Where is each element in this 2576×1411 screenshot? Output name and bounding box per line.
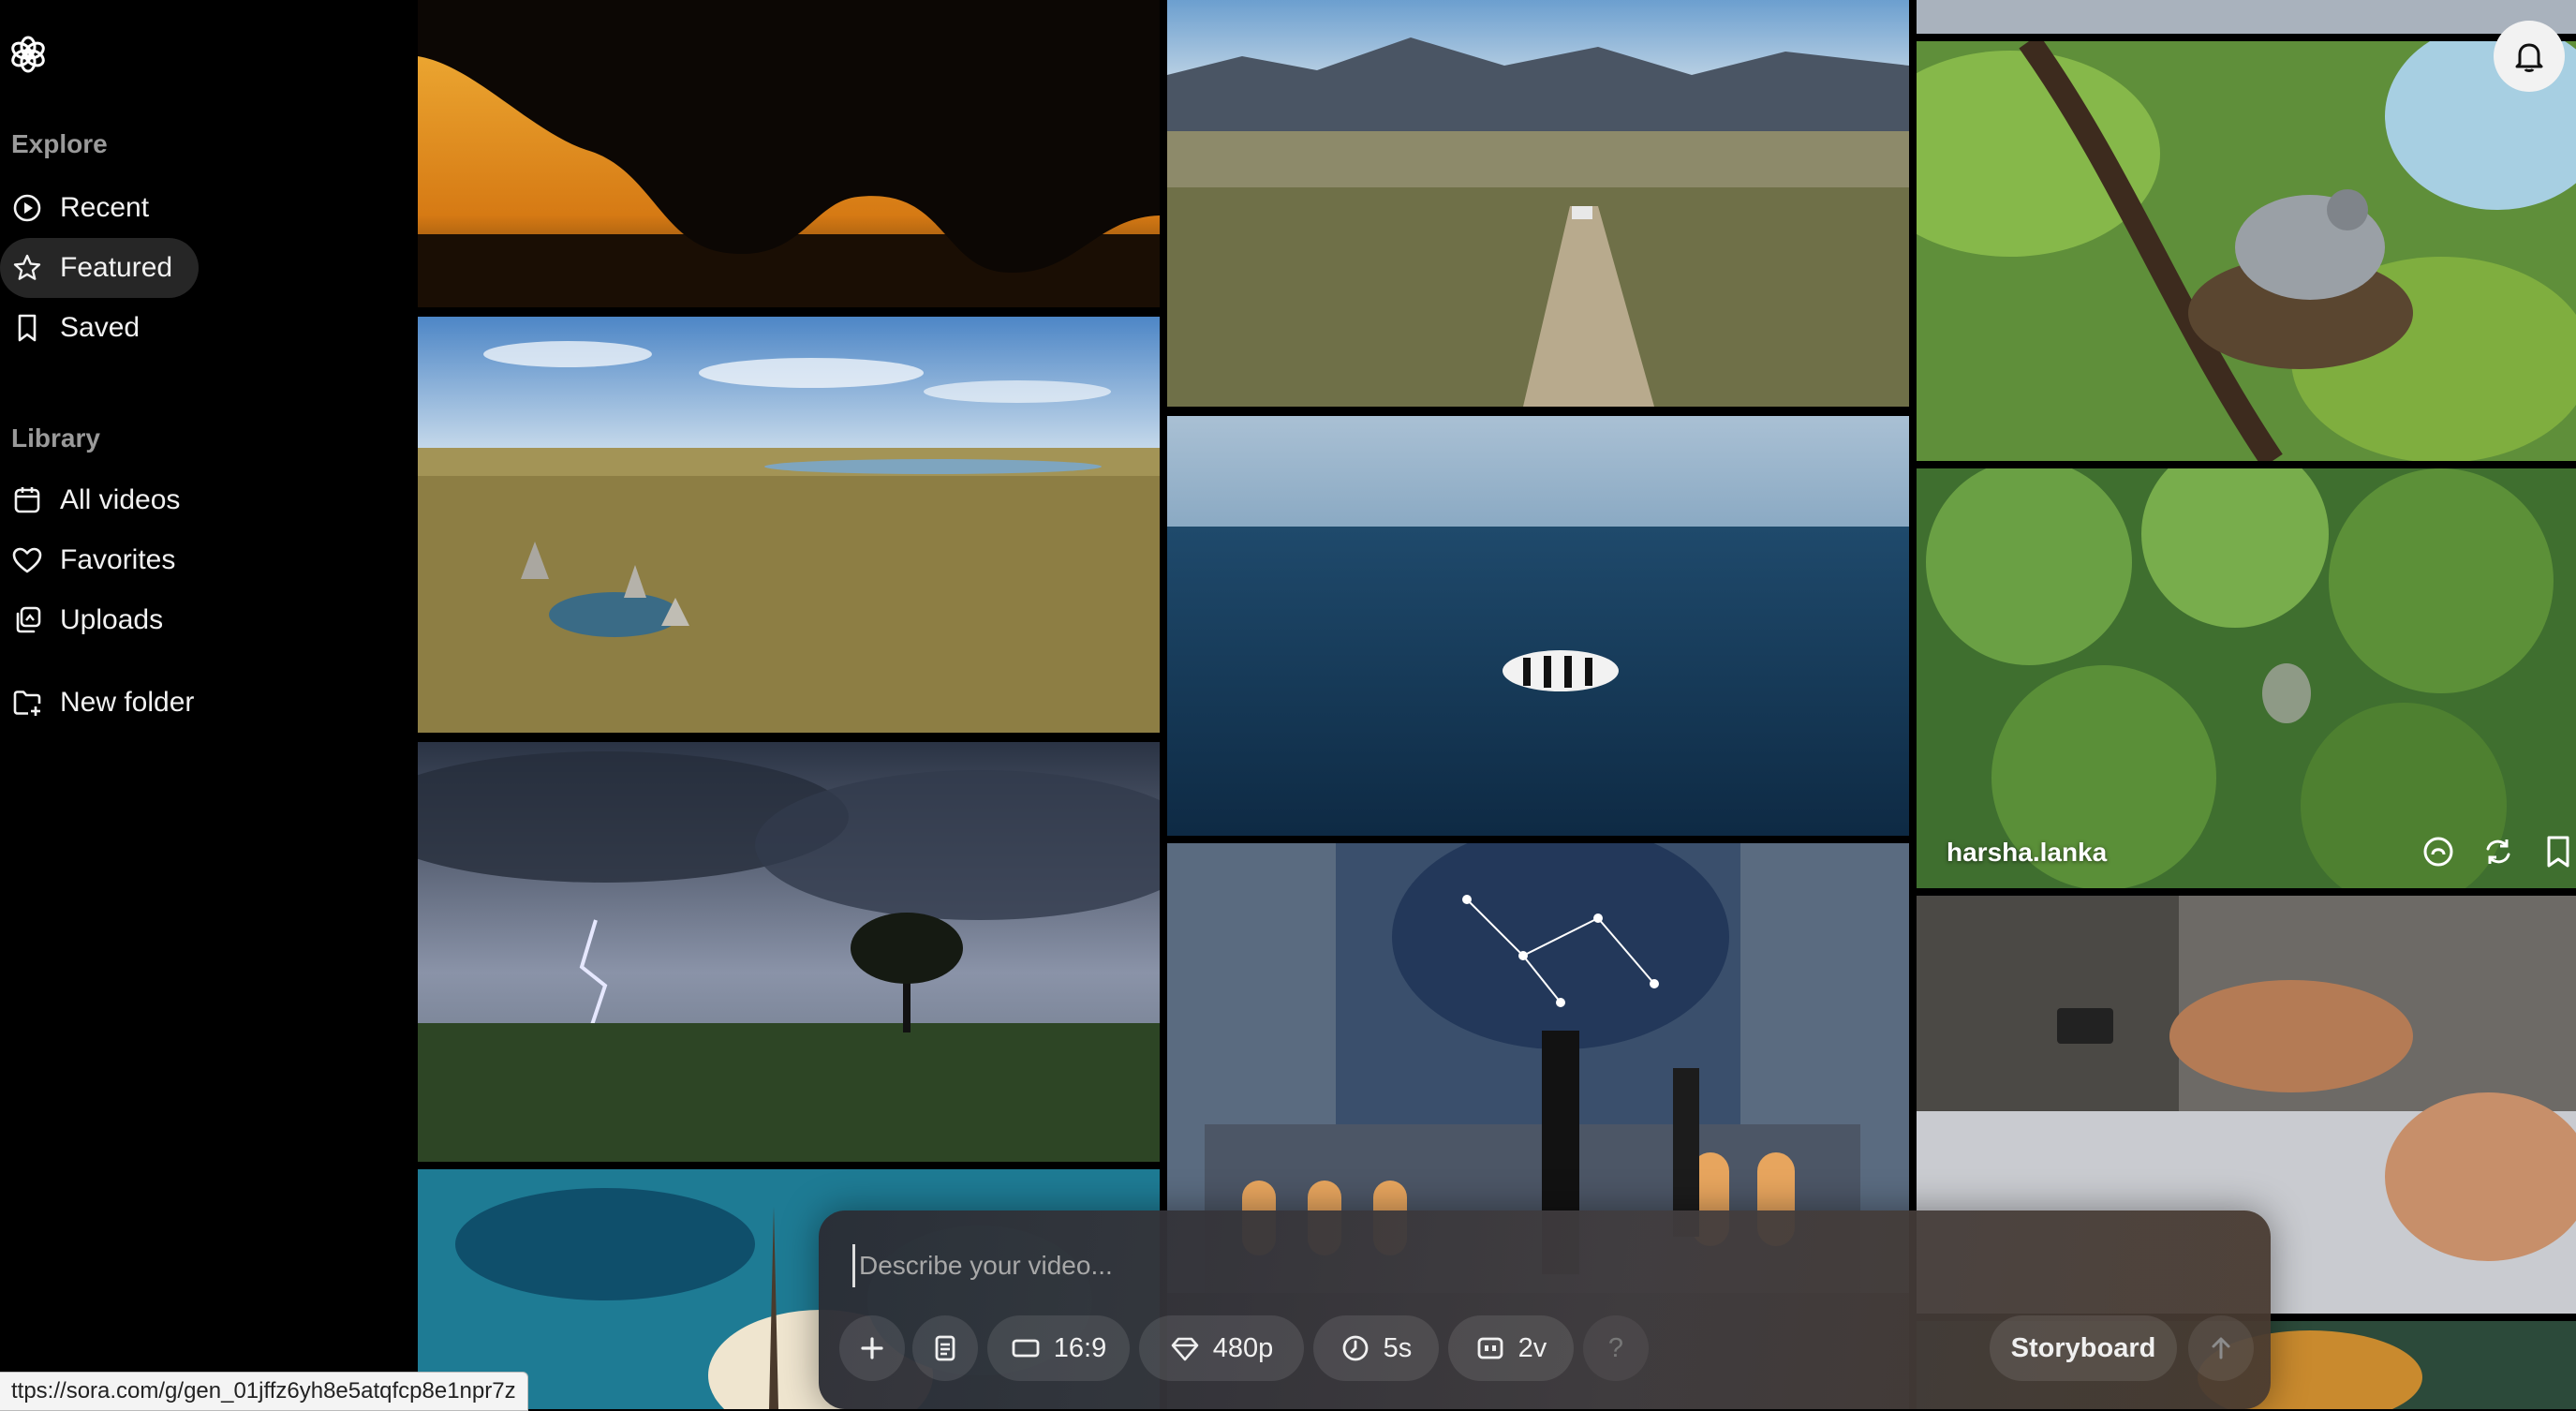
submit-button[interactable]: [2188, 1315, 2254, 1381]
video-tile-lightning-storm[interactable]: [418, 742, 1160, 1162]
sidebar-item-favorites[interactable]: Favorites: [0, 530, 201, 590]
new-folder-icon: [13, 691, 41, 716]
sidebar-item-label: All videos: [60, 484, 181, 515]
sidebar-item-recent[interactable]: Recent: [0, 178, 175, 238]
video-thumbnail: [1167, 416, 1909, 836]
video-tile-zebra-ocean[interactable]: [1167, 416, 1909, 836]
resolution-button[interactable]: 480p: [1139, 1315, 1304, 1381]
bell-icon: [2515, 43, 2543, 72]
star-icon: [13, 254, 41, 280]
storyboard-button[interactable]: Storyboard: [1990, 1315, 2177, 1381]
calendar-grid-icon: [14, 487, 40, 513]
uploads-icon: [16, 606, 41, 633]
sidebar-item-label: Featured: [60, 252, 173, 283]
help-button[interactable]: ?: [1583, 1315, 1649, 1381]
sidebar: Explore Recent Featured Saved Library Al…: [0, 0, 412, 1409]
video-thumbnail: [418, 742, 1160, 1162]
video-thumbnail: [1167, 0, 1909, 407]
bookmark-icon[interactable]: [2540, 834, 2576, 869]
prompt-input[interactable]: [852, 1244, 2172, 1287]
sidebar-item-saved[interactable]: Saved: [0, 298, 166, 358]
clock-icon: [1342, 1335, 1369, 1361]
video-thumbnail: [418, 317, 1160, 733]
sidebar-item-featured[interactable]: Featured: [0, 238, 200, 298]
document-icon: [935, 1335, 955, 1361]
play-circle-icon: [13, 194, 41, 222]
video-tile-bird-nest[interactable]: [1917, 41, 2576, 461]
tile-actions: [2421, 834, 2576, 869]
video-tile-desert-road[interactable]: [1167, 0, 1909, 407]
sidebar-item-label: Saved: [60, 312, 141, 343]
video-thumbnail: [1917, 41, 2576, 461]
arrow-up-icon: [2212, 1337, 2230, 1359]
heart-icon: [12, 547, 42, 573]
aspect-ratio-icon: [1012, 1339, 1040, 1358]
video-tile-forest-buddha[interactable]: harsha.lanka: [1917, 468, 2576, 888]
video-thumbnail: [418, 0, 1160, 307]
aspect-ratio-value: 16:9: [1053, 1332, 1107, 1363]
duration-value: 5s: [1383, 1332, 1413, 1363]
library-heading: Library: [11, 423, 100, 453]
sidebar-item-label: Favorites: [60, 544, 176, 575]
presets-button[interactable]: [912, 1315, 978, 1381]
openai-logo-icon[interactable]: [7, 34, 49, 75]
sidebar-item-all-videos[interactable]: All videos: [0, 470, 206, 530]
prompt-composer: 16:9 480p 5s 2v ? Storyboard: [819, 1210, 2271, 1409]
video-thumbnail: [1917, 468, 2576, 888]
sidebar-item-label: Recent: [60, 192, 150, 223]
add-media-button[interactable]: [839, 1315, 905, 1381]
author-name[interactable]: harsha.lanka: [1947, 838, 2107, 868]
duration-button[interactable]: 5s: [1313, 1315, 1439, 1381]
diamond-icon: [1171, 1337, 1199, 1361]
video-tile-top-partial[interactable]: [1917, 0, 2576, 34]
link-status-url: ttps://sora.com/g/gen_01jffz6yh8e5atqfcp…: [0, 1372, 528, 1411]
video-feed: harsha.lanka: [418, 0, 2576, 1409]
bookmark-icon: [18, 314, 37, 342]
variations-value: 2v: [1517, 1332, 1547, 1363]
sidebar-item-label: New folder: [60, 687, 195, 718]
remix-icon[interactable]: [2421, 834, 2456, 869]
resolution-value: 480p: [1212, 1332, 1274, 1363]
variations-button[interactable]: 2v: [1448, 1315, 1574, 1381]
variations-icon: [1477, 1337, 1503, 1359]
video-tile-standing-stones[interactable]: [418, 317, 1160, 733]
sidebar-item-uploads[interactable]: Uploads: [0, 590, 189, 650]
aspect-ratio-button[interactable]: 16:9: [987, 1315, 1130, 1381]
video-tile-rhino[interactable]: [418, 0, 1160, 307]
video-thumbnail: [1917, 0, 2576, 34]
plus-icon: [861, 1337, 883, 1359]
storyboard-label: Storyboard: [2010, 1332, 2156, 1363]
notifications-button[interactable]: [2494, 21, 2565, 92]
loop-icon[interactable]: [2480, 834, 2516, 869]
new-folder-button[interactable]: New folder: [0, 673, 220, 733]
explore-heading: Explore: [11, 129, 108, 158]
sidebar-item-label: Uploads: [60, 604, 164, 635]
help-label: ?: [1607, 1332, 1624, 1363]
